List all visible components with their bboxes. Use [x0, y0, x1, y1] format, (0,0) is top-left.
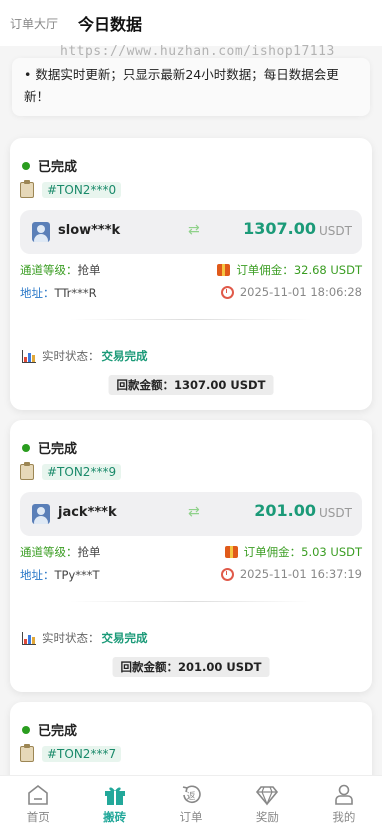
- gift-box-icon: [104, 787, 125, 805]
- realtime-status: 实时状态： 交易完成: [22, 630, 148, 646]
- address-label: 地址：: [20, 286, 55, 300]
- realtime-label: 实时状态：: [42, 631, 100, 645]
- watermark: https://www.huzhan.com/ishop17113: [60, 44, 335, 59]
- time-line: 2025-11-01 16:37:19: [220, 567, 362, 581]
- address-line: 地址：TPy***T: [20, 567, 100, 583]
- order-amount: 1307.00: [243, 219, 316, 238]
- order-card: 已完成 #TON2***9 jack***k ⇄ 201.00 USDT 通道等…: [10, 420, 372, 692]
- refund-value: 201.00 USDT: [178, 660, 262, 674]
- status-row: 已完成: [22, 156, 77, 175]
- nav-label: 首页: [26, 810, 50, 824]
- address-value: TPy***T: [54, 568, 100, 582]
- svg-text:返: 返: [187, 790, 196, 802]
- order-id-row: #TON2***9: [20, 462, 122, 480]
- status-text: 已完成: [38, 724, 78, 739]
- order-time: 2025-11-01 18:06:28: [239, 285, 362, 299]
- top-bar: 订单大厅 今日数据: [0, 0, 382, 46]
- nav-rewards[interactable]: 奖励: [229, 776, 305, 827]
- order-id: #TON2***0: [42, 182, 122, 198]
- channel-line: 通道等级：抢单: [20, 544, 101, 560]
- realtime-label: 实时状态：: [42, 349, 100, 363]
- nav-brick[interactable]: 搬砖: [76, 776, 152, 827]
- swap-icon: ⇄: [188, 222, 200, 238]
- order-time: 2025-11-01 16:37:19: [239, 567, 362, 581]
- order-card: 已完成 #TON2***0 slow***k ⇄ 1307.00 USDT 通道…: [10, 138, 372, 410]
- order-id: #TON2***7: [42, 746, 122, 762]
- address-value: TTr***R: [54, 286, 97, 300]
- swap-icon: ⇄: [188, 504, 200, 520]
- realtime-value: 交易完成: [101, 349, 148, 363]
- user-amount-box: slow***k ⇄ 1307.00 USDT: [20, 210, 362, 254]
- status-text: 已完成: [38, 442, 78, 457]
- status-text: 已完成: [38, 160, 78, 175]
- divider: [70, 319, 312, 320]
- username: jack***k: [58, 505, 117, 520]
- refund-label: 回款金额：: [120, 660, 179, 674]
- time-line: 2025-11-01 18:06:28: [220, 285, 362, 299]
- nav-label: 订单: [179, 810, 203, 824]
- nav-label: 我的: [332, 810, 356, 824]
- bottom-nav: 首页 搬砖 返 订单 奖励 我的: [0, 775, 382, 827]
- order-id-row: #TON2***0: [20, 180, 122, 198]
- commission-value: 5.03 USDT: [301, 545, 362, 559]
- realtime-status: 实时状态： 交易完成: [22, 348, 148, 364]
- amount-unit: USDT: [319, 224, 352, 238]
- status-row: 已完成: [22, 720, 77, 739]
- channel-label: 通道等级：: [20, 545, 78, 559]
- amount-unit: USDT: [319, 506, 352, 520]
- divider: [70, 601, 312, 602]
- address-label: 地址：: [20, 568, 55, 582]
- gift-icon: [224, 546, 238, 558]
- tab-today-data[interactable]: 今日数据: [78, 11, 142, 35]
- diamond-icon: [256, 786, 279, 806]
- commission-line: 订单佣金： 32.68 USDT: [217, 262, 362, 278]
- commission-label: 订单佣金：: [243, 545, 302, 559]
- status-dot-icon: [22, 161, 30, 170]
- bar-chart-icon: [22, 631, 36, 645]
- order-id-row: #TON2***7: [20, 744, 122, 762]
- avatar: [32, 504, 50, 524]
- clipboard-icon: [20, 744, 34, 762]
- status-dot-icon: [22, 443, 30, 452]
- nav-home[interactable]: 首页: [0, 776, 76, 827]
- user-icon: [335, 784, 353, 805]
- nav-label: 搬砖: [103, 810, 127, 824]
- refund-amount: 回款金额：201.00 USDT: [112, 657, 270, 677]
- refund-amount: 回款金额：1307.00 USDT: [108, 375, 274, 395]
- nav-label: 奖励: [255, 810, 279, 824]
- nav-mine[interactable]: 我的: [306, 776, 382, 827]
- home-icon: [28, 784, 49, 805]
- channel-value: 抢单: [77, 263, 101, 277]
- avatar: [32, 222, 50, 242]
- user-amount-box: jack***k ⇄ 201.00 USDT: [20, 492, 362, 536]
- status-row: 已完成: [22, 438, 77, 457]
- clipboard-icon: [20, 180, 34, 198]
- clock-icon: [220, 285, 234, 299]
- commission-label: 订单佣金：: [236, 263, 294, 277]
- bar-chart-icon: [22, 349, 36, 363]
- order-id: #TON2***9: [42, 464, 122, 480]
- channel-label: 通道等级：: [20, 263, 78, 277]
- nav-orders[interactable]: 返 订单: [153, 776, 229, 827]
- commission-line: 订单佣金： 5.03 USDT: [224, 544, 362, 560]
- channel-value: 抢单: [77, 545, 101, 559]
- commission-value: 32.68 USDT: [293, 263, 362, 277]
- address-line: 地址：TTr***R: [20, 285, 97, 301]
- clipboard-icon: [20, 462, 34, 480]
- clock-icon: [220, 567, 234, 581]
- status-dot-icon: [22, 725, 30, 734]
- tab-order-lobby[interactable]: 订单大厅: [10, 15, 58, 32]
- return-order-icon: 返: [182, 785, 201, 804]
- gift-icon: [217, 264, 231, 276]
- username: slow***k: [58, 223, 121, 238]
- order-amount: 201.00: [254, 501, 316, 520]
- refund-value: 1307.00 USDT: [174, 378, 266, 392]
- channel-line: 通道等级：抢单: [20, 262, 101, 278]
- refund-label: 回款金额：: [116, 378, 175, 392]
- notice-banner: • 数据实时更新；只显示最新24小时数据；每日数据会更新！: [12, 58, 370, 116]
- realtime-value: 交易完成: [101, 631, 148, 645]
